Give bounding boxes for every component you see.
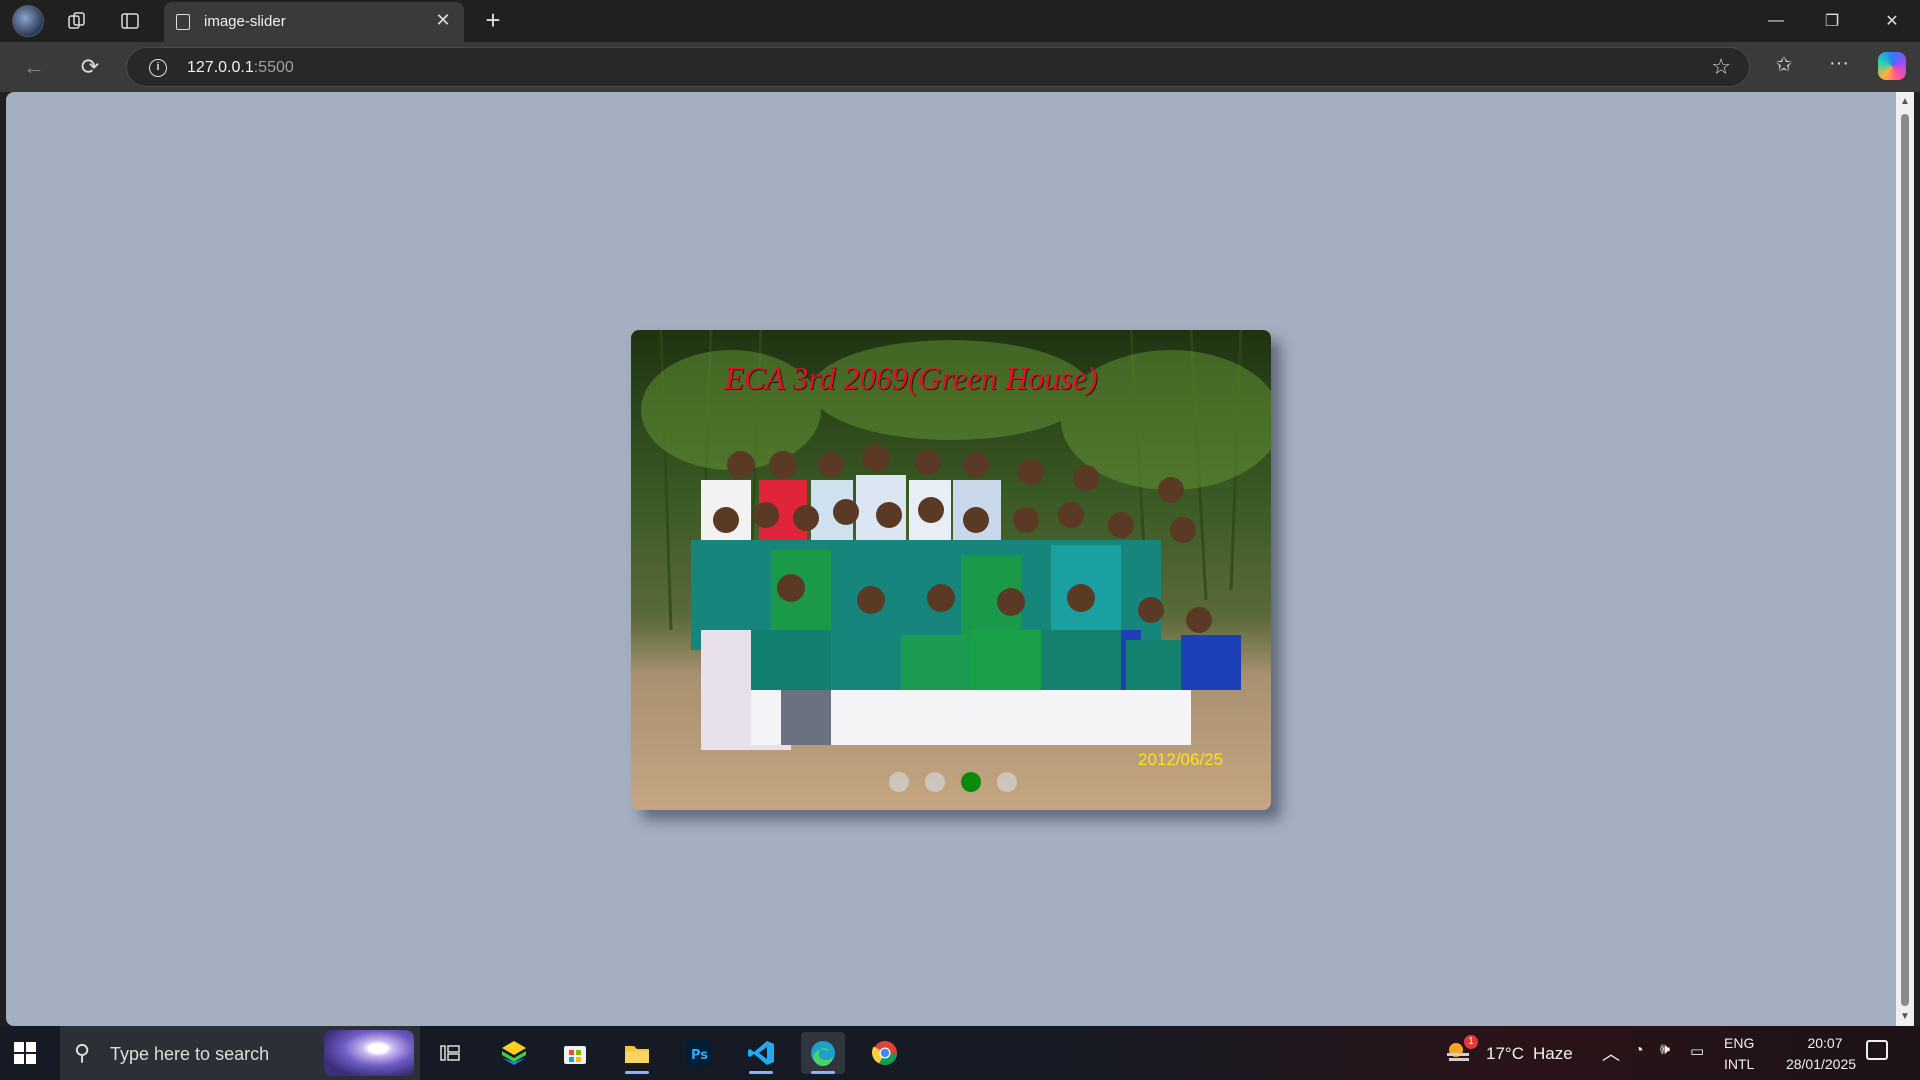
start-button[interactable]: [14, 1042, 36, 1064]
close-tab-icon[interactable]: ✕: [432, 10, 454, 31]
clock-time[interactable]: 20:07: [1790, 1035, 1860, 1051]
slider-dots: [889, 772, 1017, 792]
weather-alert-badge: 1: [1464, 1035, 1478, 1049]
language-primary[interactable]: ENG: [1724, 1035, 1754, 1051]
svg-text:Ps: Ps: [691, 1048, 708, 1063]
bluestacks-icon[interactable]: [492, 1032, 536, 1074]
clock-date[interactable]: 28/01/2025: [1766, 1056, 1876, 1072]
scroll-down-arrow-icon[interactable]: ▼: [1900, 1011, 1910, 1022]
app-running-indicator: [625, 1071, 649, 1074]
search-icon: ⚲: [74, 1040, 91, 1065]
slide-photo: [631, 330, 1271, 810]
profile-avatar-icon[interactable]: [12, 5, 44, 37]
microsoft-store-icon[interactable]: [553, 1032, 597, 1074]
task-view-icon[interactable]: [428, 1032, 472, 1074]
notification-center-icon[interactable]: [1866, 1040, 1888, 1060]
volume-icon[interactable]: 🕪: [1660, 1041, 1670, 1059]
browser-titlebar: image-slider ✕ + — ❐ ✕: [0, 0, 1920, 42]
weather-icon[interactable]: 1: [1444, 1035, 1478, 1065]
slide-caption: ECA 3rd 2069(Green House): [724, 360, 1098, 396]
slider-dot-2[interactable]: [925, 772, 945, 792]
image-slider[interactable]: ECA 3rd 2069(Green House) 2012/06/25: [631, 330, 1271, 810]
address-bar[interactable]: i 127.0.0.1:5500 ☆: [126, 47, 1750, 87]
tab-title: image-slider: [204, 13, 286, 30]
vertical-scrollbar[interactable]: ▲ ▼: [1896, 92, 1914, 1026]
slider-dot-1[interactable]: [889, 772, 909, 792]
page-icon: [176, 14, 190, 30]
url-text: 127.0.0.1:5500: [187, 59, 294, 76]
new-tab-button[interactable]: +: [478, 6, 508, 34]
scroll-up-arrow-icon[interactable]: ▲: [1900, 96, 1910, 107]
favorite-star-icon[interactable]: ☆: [1711, 54, 1731, 80]
battery-icon[interactable]: ▭: [1690, 1042, 1704, 1060]
language-secondary[interactable]: INTL: [1724, 1056, 1754, 1072]
refresh-button[interactable]: ⟳: [74, 52, 106, 82]
vertical-tabs-icon[interactable]: [115, 6, 145, 36]
chrome-icon[interactable]: [863, 1032, 907, 1074]
file-explorer-icon[interactable]: [615, 1032, 659, 1074]
search-highlight-art: [324, 1030, 414, 1076]
photoshop-icon[interactable]: Ps: [677, 1032, 721, 1074]
copilot-icon[interactable]: [1878, 52, 1906, 80]
vscode-icon[interactable]: [739, 1032, 783, 1074]
close-window-button[interactable]: ✕: [1864, 0, 1920, 42]
restore-button[interactable]: ❐: [1804, 0, 1860, 42]
minimize-button[interactable]: —: [1748, 0, 1804, 42]
taskbar-search-box[interactable]: ⚲ Type here to search: [60, 1026, 420, 1080]
network-icon[interactable]: ◔: [1634, 1042, 1644, 1060]
show-hidden-icons-chevron-up-icon[interactable]: ︿: [1602, 1040, 1620, 1066]
page-viewport: ECA 3rd 2069(Green House) 2012/06/25: [6, 92, 1896, 1026]
app-running-indicator: [749, 1071, 773, 1074]
browser-toolbar: ← ⟳ i 127.0.0.1:5500 ☆ ✩ ···: [0, 42, 1920, 92]
edge-browser-icon[interactable]: [801, 1032, 845, 1074]
weather-description[interactable]: Haze: [1533, 1044, 1573, 1064]
favorites-icon[interactable]: ✩: [1768, 52, 1800, 77]
site-info-icon[interactable]: i: [149, 59, 167, 77]
scroll-thumb[interactable]: [1901, 114, 1909, 1006]
slider-dot-4[interactable]: [997, 772, 1017, 792]
tab-image-slider[interactable]: image-slider ✕: [164, 2, 464, 42]
more-options-icon[interactable]: ···: [1823, 52, 1855, 75]
weather-temperature[interactable]: 17°C: [1486, 1044, 1524, 1064]
photo-date-stamp: 2012/06/25: [1138, 750, 1224, 769]
slider-dot-3[interactable]: [961, 772, 981, 792]
back-button[interactable]: ←: [18, 52, 50, 82]
windows-taskbar: ⚲ Type here to search Ps 1 17°C Haze ︿ ◔…: [0, 1026, 1920, 1080]
search-placeholder: Type here to search: [110, 1044, 270, 1064]
app-running-indicator: [811, 1071, 835, 1074]
workspaces-icon[interactable]: [62, 6, 92, 36]
